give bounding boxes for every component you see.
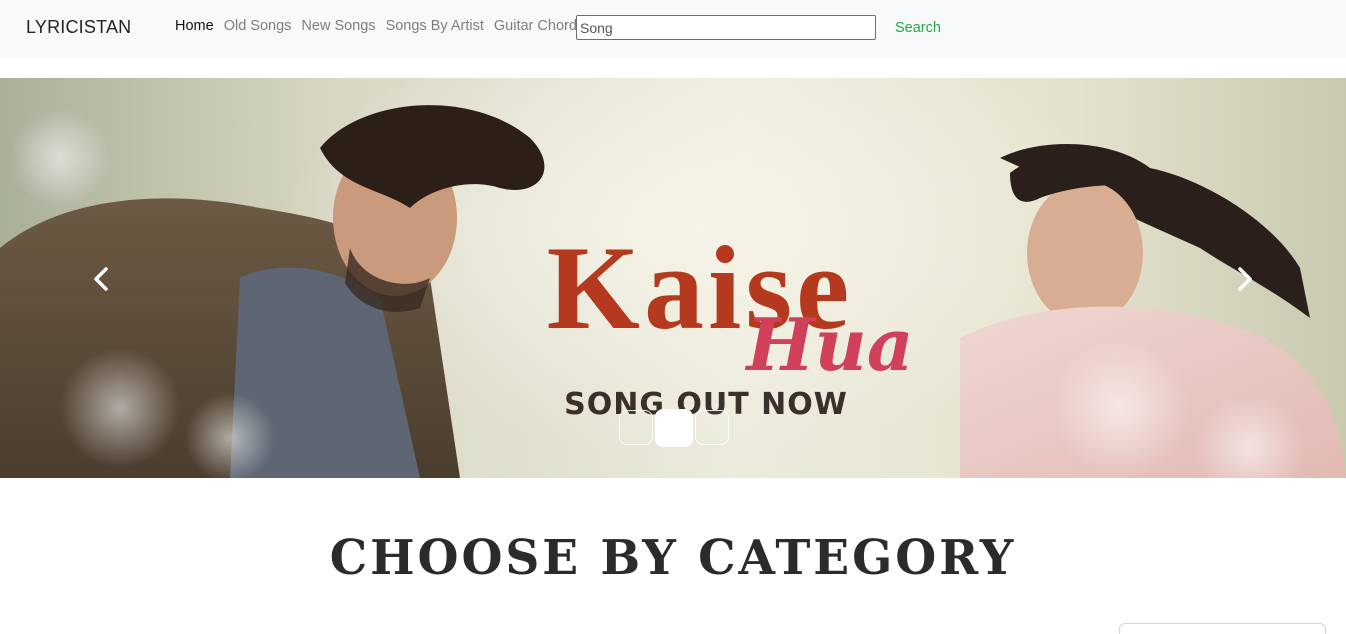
navbar: LYRICISTAN Home Old Songs New Songs Song… — [0, 0, 1346, 57]
brand-logo[interactable]: LYRICISTAN — [26, 16, 131, 38]
nav-link-home[interactable]: Home — [170, 17, 219, 35]
chevron-right-icon — [1238, 267, 1252, 291]
chevron-left-icon — [94, 267, 108, 291]
carousel-indicator-3[interactable] — [695, 410, 729, 445]
section-title: CHOOSE BY CATEGORY — [329, 530, 1017, 586]
category-card[interactable] — [1119, 623, 1326, 634]
carousel-indicator-2[interactable] — [655, 409, 693, 447]
nav-link-songs-by-artist[interactable]: Songs By Artist — [381, 17, 489, 35]
nav-link-old-songs[interactable]: Old Songs — [219, 17, 297, 35]
carousel-indicators — [619, 409, 729, 447]
carousel-prev-button[interactable] — [0, 78, 200, 478]
nav-links: Home Old Songs New Songs Songs By Artist… — [170, 17, 589, 35]
carousel-indicator-1[interactable] — [619, 410, 653, 445]
nav-link-guitar-chords[interactable]: Guitar Chords — [489, 17, 589, 35]
nav-link-new-songs[interactable]: New Songs — [296, 17, 380, 35]
slide-title-script: Hua — [744, 302, 913, 387]
search-input[interactable] — [576, 15, 876, 40]
hero-carousel: Kaise Hua SONG OUT NOW — [0, 78, 1346, 478]
search-button[interactable]: Search — [885, 15, 951, 40]
carousel-next-button[interactable] — [1146, 78, 1346, 478]
